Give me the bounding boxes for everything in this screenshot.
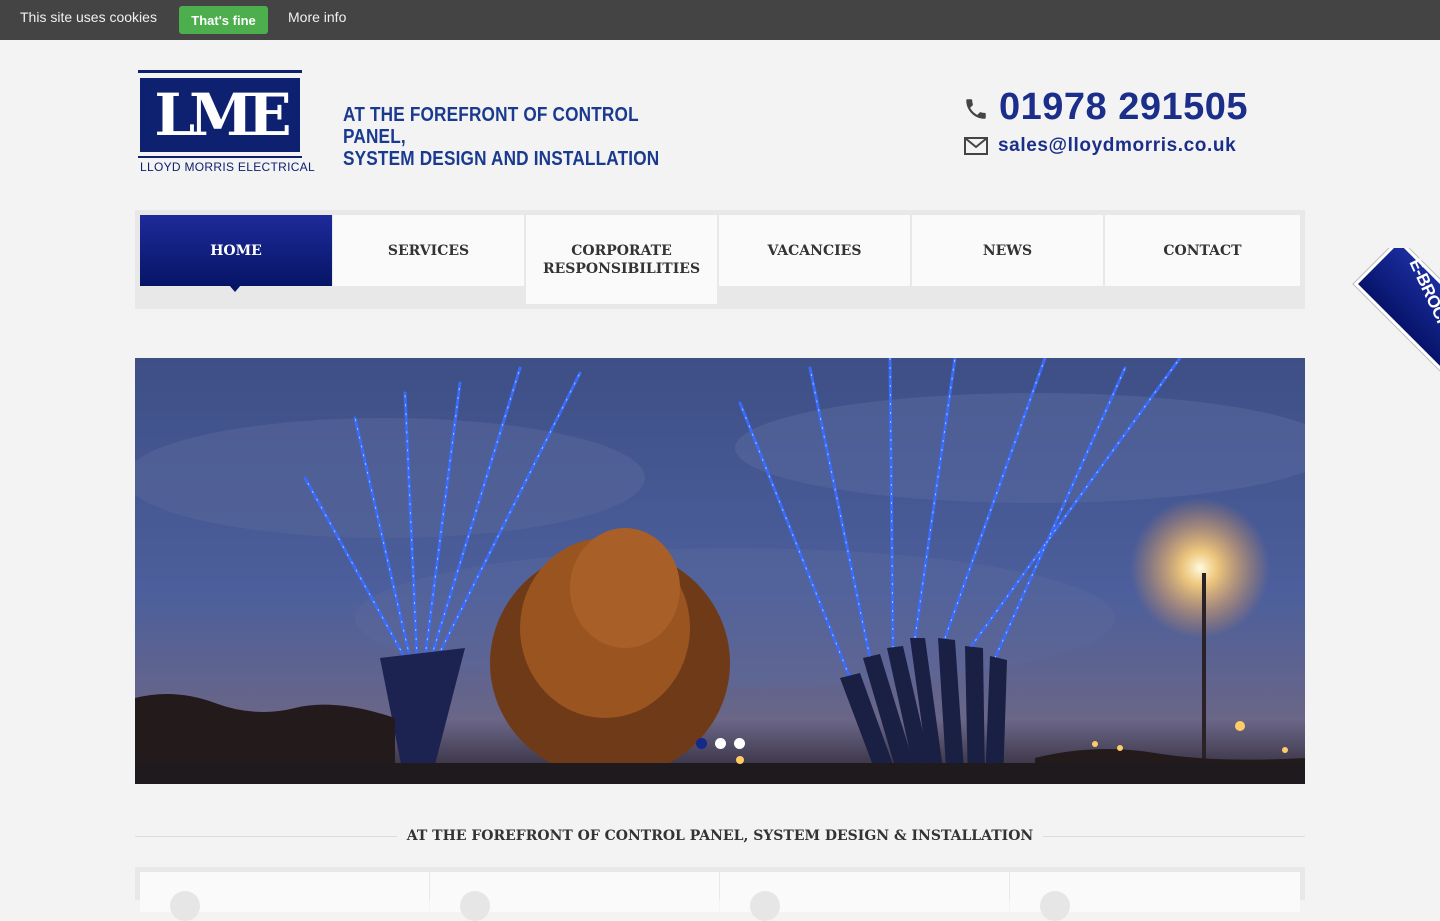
cookie-more-info-link[interactable]: More info <box>288 9 346 25</box>
tagline-line-2: SYSTEM DESIGN AND INSTALLATION <box>343 148 660 170</box>
e-brochure-ribbon[interactable]: E-BROCHURE <box>1340 248 1440 418</box>
slider-dot-2[interactable] <box>715 738 726 749</box>
envelope-icon <box>964 137 988 155</box>
section-heading: AT THE FOREFRONT OF CONTROL PANEL, SYSTE… <box>0 828 1440 844</box>
feature-cards <box>135 867 1305 921</box>
company-logo[interactable]: LME LLOYD MORRIS ELECTRICAL <box>138 70 315 178</box>
main-navigation: HOME SERVICES CORPORATE RESPONSIBILITIES… <box>135 210 1305 309</box>
phone-icon <box>966 99 986 119</box>
nav-vacancies[interactable]: VACANCIES <box>719 215 910 286</box>
logo-bottom-rule <box>138 156 302 158</box>
nav-corporate-responsibilities[interactable]: CORPORATE RESPONSIBILITIES <box>526 215 717 304</box>
logo-top-rule <box>138 70 302 73</box>
header-tagline: AT THE FOREFRONT OF CONTROL PANEL, SYSTE… <box>343 104 670 170</box>
accept-cookies-button[interactable]: That's fine <box>179 6 268 34</box>
tagline-line-1: AT THE FOREFRONT OF CONTROL PANEL, <box>343 104 639 148</box>
nav-services[interactable]: SERVICES <box>333 215 524 286</box>
logo-letters: LME <box>154 81 291 149</box>
email-link[interactable]: sales@lloydmorris.co.uk <box>998 135 1236 157</box>
phone-number[interactable]: 01978 291505 <box>999 86 1248 129</box>
cookie-message: This site uses cookies <box>20 9 157 25</box>
feature-icon <box>750 891 780 921</box>
section-heading-text: AT THE FOREFRONT OF CONTROL PANEL, SYSTE… <box>396 828 1044 844</box>
active-nav-caret <box>229 285 241 292</box>
logo-company-name: LLOYD MORRIS ELECTRICAL <box>140 160 315 174</box>
nav-home[interactable]: HOME <box>140 215 332 286</box>
feature-icon <box>460 891 490 921</box>
slider-dot-1[interactable] <box>696 738 707 749</box>
nav-contact[interactable]: CONTACT <box>1105 215 1300 286</box>
cookie-bar: This site uses cookies That's fine More … <box>0 0 1440 40</box>
feature-icon <box>1040 891 1070 921</box>
feature-icon <box>170 891 200 921</box>
hero-slide-image <box>135 358 1305 784</box>
nav-news[interactable]: NEWS <box>912 215 1103 286</box>
slider-dot-3[interactable] <box>734 738 745 749</box>
hero-slider[interactable] <box>135 358 1305 784</box>
